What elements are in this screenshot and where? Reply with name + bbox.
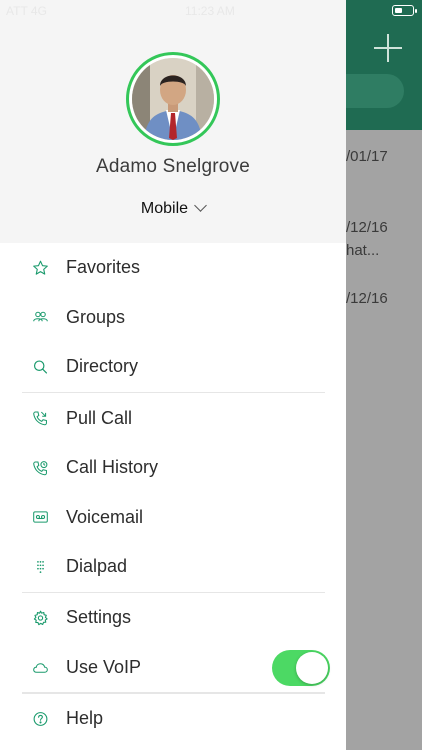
background-list-date: /12/16 xyxy=(346,219,388,236)
drawer-menu: Favorites Groups Directory Pull Call Cal… xyxy=(0,243,346,743)
menu-label: Favorites xyxy=(66,257,141,278)
side-drawer: Adamo Snelgrove Mobile Favorites Groups … xyxy=(0,0,346,750)
gear-icon xyxy=(32,609,49,626)
menu-item-directory[interactable]: Directory xyxy=(0,342,346,392)
menu-label: Groups xyxy=(66,306,126,327)
profile-header: Adamo Snelgrove Mobile xyxy=(0,0,346,243)
pull-call-icon xyxy=(32,410,49,427)
menu-label: Pull Call xyxy=(66,407,133,428)
menu-label: Use VoIP xyxy=(66,657,142,678)
menu-item-call-history[interactable]: Call History xyxy=(0,443,346,493)
star-icon xyxy=(32,259,49,276)
battery-icon xyxy=(392,5,417,16)
carrier-label: ATT 4G xyxy=(6,4,47,18)
group-icon xyxy=(32,309,49,326)
menu-item-voicemail[interactable]: Voicemail xyxy=(0,492,346,542)
profile-name: Adamo Snelgrove xyxy=(95,156,251,177)
clock: 11:23 AM xyxy=(185,4,235,18)
menu-item-use-voip: Use VoIP xyxy=(0,643,346,693)
cloud-icon xyxy=(32,659,49,676)
voip-toggle[interactable] xyxy=(272,649,330,686)
menu-item-dialpad[interactable]: Dialpad xyxy=(0,542,346,592)
background-list-snippet: hat... xyxy=(346,242,380,259)
device-mode-selector[interactable]: Mobile xyxy=(0,199,346,218)
menu-label: Dialpad xyxy=(66,556,128,577)
chevron-down-icon xyxy=(194,199,207,212)
menu-label: Settings xyxy=(66,607,132,628)
menu-item-pull-call[interactable]: Pull Call xyxy=(0,393,346,443)
call-history-icon xyxy=(32,459,49,476)
menu-item-help[interactable]: Help xyxy=(0,694,346,744)
menu-item-favorites[interactable]: Favorites xyxy=(0,243,346,293)
menu-label: Directory xyxy=(66,356,139,377)
add-icon[interactable] xyxy=(372,32,404,64)
device-mode-label: Mobile xyxy=(140,200,189,217)
background-list-date: /12/16 xyxy=(346,290,388,307)
menu-item-groups[interactable]: Groups xyxy=(0,293,346,343)
menu-label: Help xyxy=(66,708,104,729)
help-icon xyxy=(32,710,49,727)
menu-label: Call History xyxy=(66,457,159,478)
avatar-photo xyxy=(132,58,214,140)
toggle-knob xyxy=(296,651,328,684)
search-icon xyxy=(32,358,49,375)
voicemail-icon xyxy=(32,509,49,526)
dialpad-icon xyxy=(32,558,49,575)
status-bar: ATT 4G 11:23 AM xyxy=(0,0,422,22)
menu-item-settings[interactable]: Settings xyxy=(0,593,346,643)
background-list-date: /01/17 xyxy=(346,148,388,165)
avatar[interactable] xyxy=(126,52,220,146)
menu-label: Voicemail xyxy=(66,506,144,527)
